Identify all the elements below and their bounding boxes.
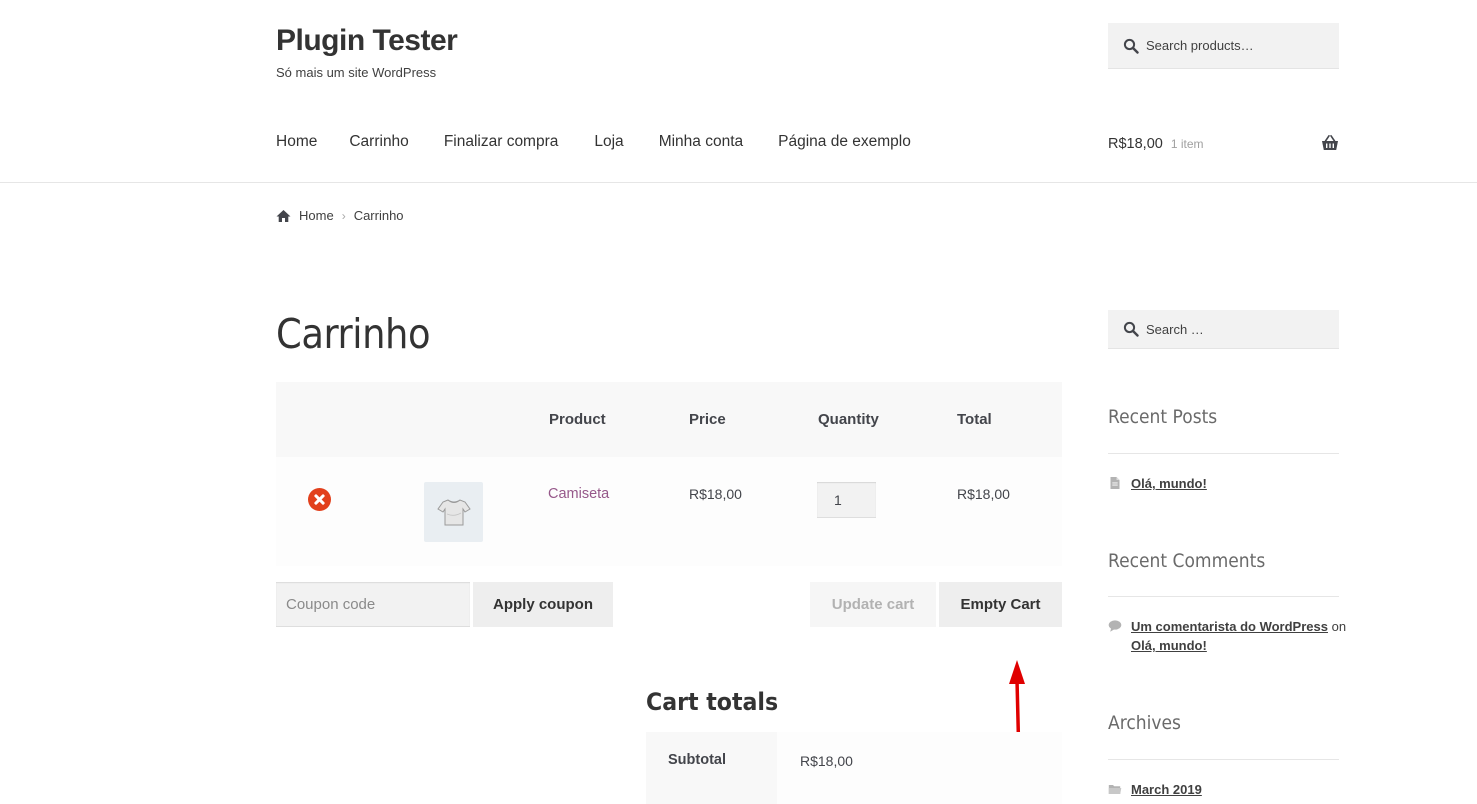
cart-totals-title: Cart totals xyxy=(646,688,779,716)
recent-comments-title: Recent Comments xyxy=(1108,550,1266,572)
cart-item-row: Camiseta R$18,00 R$18,00 xyxy=(276,457,1062,566)
primary-navigation: Home Carrinho Finalizar compra Loja Minh… xyxy=(276,133,911,155)
sidebar-search-field[interactable]: Search … xyxy=(1108,310,1339,349)
cart-table-header: Product Price Quantity Total xyxy=(276,382,1062,457)
product-price: R$18,00 xyxy=(689,486,742,502)
product-thumbnail[interactable] xyxy=(424,482,483,542)
basket-icon xyxy=(1322,135,1338,150)
column-header-quantity: Quantity xyxy=(818,411,879,428)
cart-table: Product Price Quantity Total Camiseta R$… xyxy=(276,382,1062,566)
home-icon xyxy=(276,209,291,222)
recent-posts-title: Recent Posts xyxy=(1108,406,1218,428)
apply-coupon-button[interactable]: Apply coupon xyxy=(473,582,613,627)
comment-bubble-icon xyxy=(1108,620,1122,632)
remove-item-button[interactable] xyxy=(308,488,331,511)
breadcrumb-home-link[interactable]: Home xyxy=(299,208,334,223)
folder-icon xyxy=(1108,785,1122,794)
header-cart-amount: R$18,00 xyxy=(1108,136,1163,152)
subtotal-value: R$18,00 xyxy=(777,732,1062,804)
sidebar-search-placeholder: Search … xyxy=(1146,321,1204,337)
product-search-placeholder: Search products… xyxy=(1146,38,1254,53)
nav-item-carrinho[interactable]: Carrinho xyxy=(349,133,408,155)
archive-item: March 2019 xyxy=(1108,780,1202,799)
product-search-field[interactable]: Search products… xyxy=(1108,23,1339,69)
coupon-code-input[interactable] xyxy=(276,582,470,627)
widget-divider xyxy=(1108,759,1339,760)
document-icon xyxy=(1110,477,1120,489)
subtotal-label: Subtotal xyxy=(646,732,777,804)
empty-cart-button[interactable]: Empty Cart xyxy=(939,582,1062,627)
site-tagline: Só mais um site WordPress xyxy=(276,65,437,80)
breadcrumb-current: Carrinho xyxy=(353,208,404,223)
cart-totals-table: Subtotal R$18,00 xyxy=(646,732,1062,804)
header-cart-link[interactable]: R$18,00 1 item xyxy=(1108,133,1339,155)
widget-divider xyxy=(1108,596,1339,597)
quantity-input[interactable] xyxy=(817,482,876,518)
header-cart-count: 1 item xyxy=(1170,137,1204,151)
column-header-product: Product xyxy=(549,411,606,428)
nav-item-loja[interactable]: Loja xyxy=(594,133,623,155)
nav-item-home[interactable]: Home xyxy=(276,133,317,155)
search-icon xyxy=(1123,321,1139,337)
site-title[interactable]: Plugin Tester xyxy=(276,24,458,58)
nav-item-pagina-de-exemplo[interactable]: Página de exemplo xyxy=(778,133,911,155)
archive-link[interactable]: March 2019 xyxy=(1131,782,1202,797)
comment-post-link[interactable]: Olá, mundo! xyxy=(1131,638,1207,653)
column-header-total: Total xyxy=(957,411,992,428)
search-icon xyxy=(1123,38,1139,54)
page-title: Carrinho xyxy=(276,310,431,358)
column-header-price: Price xyxy=(689,411,726,428)
tshirt-icon xyxy=(436,499,471,526)
breadcrumb: Home › Carrinho xyxy=(276,208,404,223)
nav-item-minha-conta[interactable]: Minha conta xyxy=(659,133,743,155)
product-subtotal: R$18,00 xyxy=(957,486,1010,502)
breadcrumb-separator-icon: › xyxy=(341,208,346,223)
recent-post-item: Olá, mundo! xyxy=(1108,474,1207,493)
widget-divider xyxy=(1108,453,1339,454)
archives-title: Archives xyxy=(1108,712,1181,734)
nav-item-finalizar-compra[interactable]: Finalizar compra xyxy=(444,133,559,155)
product-name-link[interactable]: Camiseta xyxy=(548,486,609,502)
recent-comment-item: Um comentarista do WordPress on Olá, mun… xyxy=(1108,617,1346,655)
comment-author-link[interactable]: Um comentarista do WordPress xyxy=(1131,619,1328,634)
site-header: Plugin Tester Só mais um site WordPress … xyxy=(0,0,1477,183)
update-cart-button[interactable]: Update cart xyxy=(810,582,936,627)
comment-on-text: on xyxy=(1331,619,1347,634)
recent-post-link[interactable]: Olá, mundo! xyxy=(1131,476,1207,491)
